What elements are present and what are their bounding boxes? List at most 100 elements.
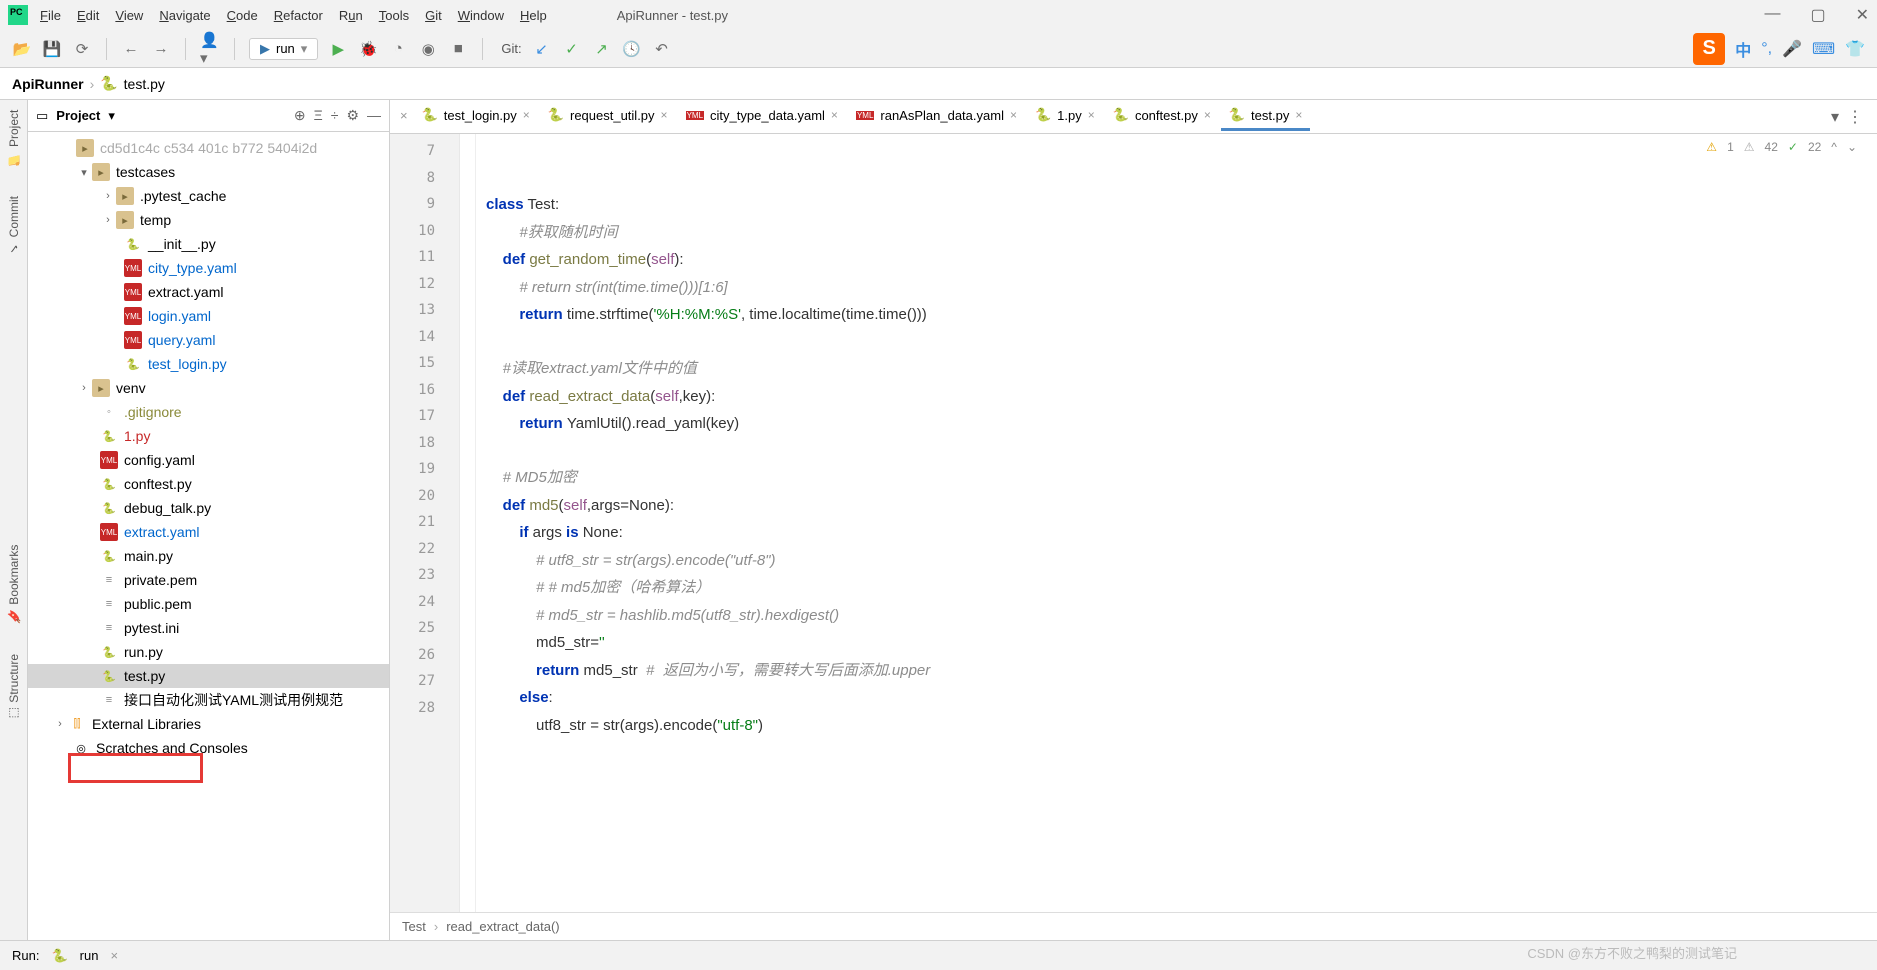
close-icon[interactable]: × <box>1010 108 1017 122</box>
close-icon[interactable]: × <box>1204 108 1211 122</box>
tab-1py[interactable]: 🐍1.py× <box>1027 103 1103 131</box>
run-icon[interactable]: ▶ <box>328 39 348 59</box>
stop-icon[interactable]: ■ <box>448 39 468 59</box>
git-update-icon[interactable]: ↙ <box>532 39 552 59</box>
close-icon[interactable]: × <box>110 948 118 963</box>
project-dropdown-icon[interactable]: ▾ <box>108 108 115 124</box>
tree-conftest[interactable]: 🐍conftest.py <box>28 472 389 496</box>
tree-test-login[interactable]: 🐍test_login.py <box>28 352 389 376</box>
fold-gutter[interactable] <box>460 134 476 912</box>
breadcrumb-root[interactable]: ApiRunner <box>12 76 84 92</box>
close-icon[interactable]: × <box>831 108 838 122</box>
sogou-ime-icon[interactable]: S <box>1693 33 1725 65</box>
ime-punct-icon[interactable]: °, <box>1761 40 1772 58</box>
tab-test-login[interactable]: 🐍test_login.py× <box>414 103 538 131</box>
git-rollback-icon[interactable]: ↶ <box>652 39 672 59</box>
menu-navigate[interactable]: Navigate <box>159 8 210 23</box>
tree-extract2[interactable]: YMLextract.yaml <box>28 520 389 544</box>
menu-tools[interactable]: Tools <box>379 8 409 23</box>
coverage-icon[interactable]: ◔ <box>388 39 408 59</box>
tree-public[interactable]: ≡public.pem <box>28 592 389 616</box>
ime-lang-icon[interactable]: 中 <box>1735 37 1751 61</box>
tab-request-util[interactable]: 🐍request_util.py× <box>540 103 676 131</box>
git-history-icon[interactable]: 🕓 <box>622 39 642 59</box>
tree-testcases[interactable]: ▾▸testcases <box>28 160 389 184</box>
git-commit-icon[interactable]: ✓ <box>562 39 582 59</box>
minimize-button[interactable]: — <box>1764 5 1780 25</box>
settings-icon[interactable]: ⚙ <box>346 107 359 124</box>
tree-city-type[interactable]: YMLcity_type.yaml <box>28 256 389 280</box>
tree-pytestini[interactable]: ≡pytest.ini <box>28 616 389 640</box>
tree-run[interactable]: 🐍run.py <box>28 640 389 664</box>
sidebar-commit[interactable]: ✓Commit <box>7 196 21 255</box>
tree-query[interactable]: YMLquery.yaml <box>28 328 389 352</box>
tree-login[interactable]: YMLlogin.yaml <box>28 304 389 328</box>
tab-conftest[interactable]: 🐍conftest.py× <box>1105 103 1219 131</box>
tree-scratches[interactable]: ◎Scratches and Consoles <box>28 736 389 760</box>
profile-run-icon[interactable]: ◉ <box>418 39 438 59</box>
tree-chinese-doc[interactable]: ≡接口自动化测试YAML测试用例规范 <box>28 688 389 712</box>
tree-init[interactable]: 🐍__init__.py <box>28 232 389 256</box>
tab-close-prev-icon[interactable]: × <box>396 103 412 131</box>
breadcrumb-file[interactable]: test.py <box>124 76 165 92</box>
ime-keyboard-icon[interactable]: ⌨ <box>1812 39 1835 59</box>
menu-git[interactable]: Git <box>425 8 442 23</box>
menu-window[interactable]: Window <box>458 8 504 23</box>
save-icon[interactable]: 💾 <box>42 39 62 59</box>
tree-private[interactable]: ≡private.pem <box>28 568 389 592</box>
expand-icon[interactable]: ⊕ <box>294 107 306 124</box>
close-icon[interactable]: × <box>523 108 530 122</box>
tab-ranasplan[interactable]: YMLranAsPlan_data.yaml× <box>848 103 1025 131</box>
tree-config[interactable]: YMLconfig.yaml <box>28 448 389 472</box>
tree-1py[interactable]: 🐍1.py <box>28 424 389 448</box>
menu-code[interactable]: Code <box>227 8 258 23</box>
menu-help[interactable]: Help <box>520 8 547 23</box>
tree-extract[interactable]: YMLextract.yaml <box>28 280 389 304</box>
menu-file[interactable]: File <box>40 8 61 23</box>
close-icon[interactable]: × <box>1088 108 1095 122</box>
menu-edit[interactable]: Edit <box>77 8 99 23</box>
close-icon[interactable]: × <box>1295 108 1302 122</box>
run-tool-config[interactable]: run <box>80 948 99 963</box>
run-tool-label[interactable]: Run: <box>12 948 39 963</box>
close-button[interactable]: ✕ <box>1856 5 1869 25</box>
ime-mic-icon[interactable]: 🎤 <box>1782 39 1802 59</box>
crumb-method[interactable]: read_extract_data() <box>446 919 559 934</box>
code-editor[interactable]: ⚠1 ⚠42 ✓22 ^ ⌄ 7891011121314151617181920… <box>390 134 1877 912</box>
maximize-button[interactable]: ▢ <box>1810 5 1825 25</box>
tree-external-libs[interactable]: ›⫿⫿External Libraries <box>28 712 389 736</box>
tree-gitignore[interactable]: ◦.gitignore <box>28 400 389 424</box>
tab-city-type-data[interactable]: YMLcity_type_data.yaml× <box>678 103 846 131</box>
tab-testpy[interactable]: 🐍test.py× <box>1221 103 1311 131</box>
crumb-class[interactable]: Test <box>402 919 426 934</box>
run-config-selector[interactable]: ▶run▾ <box>249 38 318 60</box>
debug-icon[interactable]: 🐞 <box>358 39 378 59</box>
profile-icon[interactable]: 👤▾ <box>200 39 220 59</box>
collapse-icon[interactable]: ÷ <box>331 107 339 124</box>
sync-icon[interactable]: ⟳ <box>72 39 92 59</box>
open-icon[interactable]: 📂 <box>12 39 32 59</box>
menu-view[interactable]: View <box>115 8 143 23</box>
menu-run[interactable]: Run <box>339 8 363 23</box>
hide-icon[interactable]: — <box>367 107 381 124</box>
sidebar-structure[interactable]: ⬚Structure <box>7 654 21 721</box>
tree-debug-talk[interactable]: 🐍debug_talk.py <box>28 496 389 520</box>
close-icon[interactable]: × <box>661 108 668 122</box>
tabs-more-icon[interactable]: ⋮ <box>1847 107 1863 127</box>
sidebar-project[interactable]: 📁Project <box>7 110 21 166</box>
tree-item[interactable]: ▸cd5d1c4c c534 401c b772 5404i2d <box>28 136 389 160</box>
select-opened-icon[interactable]: Ξ <box>314 107 323 124</box>
back-icon[interactable]: ← <box>121 39 141 59</box>
tree-venv[interactable]: ›▸venv <box>28 376 389 400</box>
code-content[interactable]: class Test: #获取随机时间 def get_random_time(… <box>476 134 1877 912</box>
tree-temp[interactable]: ›▸temp <box>28 208 389 232</box>
menu-refactor[interactable]: Refactor <box>274 8 323 23</box>
tabs-dropdown-icon[interactable]: ▾ <box>1831 107 1839 127</box>
git-push-icon[interactable]: ↗ <box>592 39 612 59</box>
tree-pytest-cache[interactable]: ›▸.pytest_cache <box>28 184 389 208</box>
forward-icon[interactable]: → <box>151 39 171 59</box>
tree-main[interactable]: 🐍main.py <box>28 544 389 568</box>
tree-testpy[interactable]: 🐍test.py <box>28 664 389 688</box>
sidebar-bookmarks[interactable]: 🔖Bookmarks <box>7 545 21 624</box>
ime-skin-icon[interactable]: 👕 <box>1845 39 1865 59</box>
